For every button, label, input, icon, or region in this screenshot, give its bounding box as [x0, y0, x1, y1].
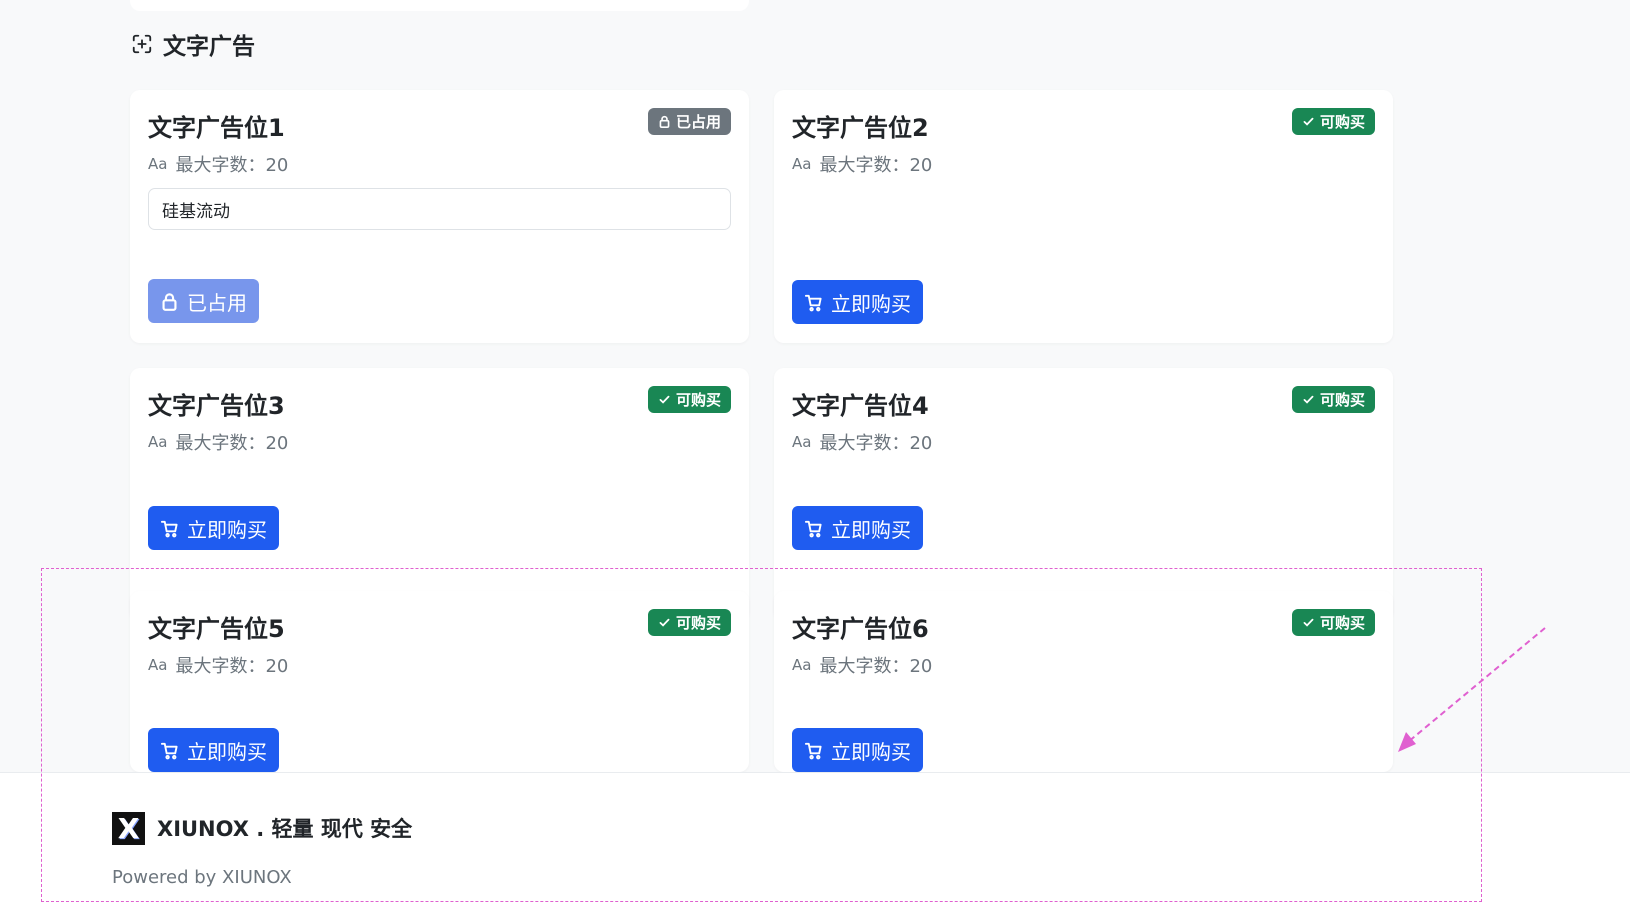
buy-now-button[interactable]: 立即购买 [792, 280, 923, 324]
buy-now-label: 立即购买 [187, 739, 267, 764]
check-icon [659, 395, 670, 404]
buy-now-label: 立即购买 [831, 291, 911, 316]
powered-by-text: Powered by XIUNOX [112, 867, 292, 888]
taken-button[interactable]: 已占用 [148, 279, 259, 323]
section-title: 文字广告 [163, 34, 255, 60]
max-chars-info: Aa 最大字数：20 [148, 430, 288, 454]
buy-now-button[interactable]: 立即购买 [148, 506, 279, 550]
page: 文字广告 文字广告位1 已占用 Aa 最大字数：20 已占用 文字广告位2 可购… [0, 0, 1630, 919]
cart-icon [804, 742, 822, 759]
status-badge-label: 可购买 [1319, 391, 1365, 409]
buy-now-button[interactable]: 立即购买 [148, 728, 279, 772]
status-badge: 可购买 [647, 386, 731, 413]
lock-icon [659, 115, 670, 128]
status-badge: 可购买 [1291, 609, 1375, 636]
max-chars-label: 最大字数：20 [175, 433, 289, 454]
scan-text-icon [132, 34, 152, 54]
annotation-arrow-icon [1398, 627, 1546, 752]
max-chars-label: 最大字数：20 [175, 155, 289, 176]
text-size-icon: Aa [148, 656, 168, 674]
ad-content-field[interactable] [148, 188, 731, 230]
status-badge-label: 可购买 [1319, 113, 1365, 131]
ad-slot-title: 文字广告位4 [792, 392, 929, 420]
status-badge-label: 可购买 [675, 391, 721, 409]
footer: X XIUNOX . 轻量 现代 安全 Powered by XIUNOX [0, 772, 1630, 919]
max-chars-info: Aa 最大字数：20 [792, 430, 932, 454]
status-badge: 已占用 [647, 108, 731, 135]
ad-slot-title: 文字广告位2 [792, 114, 929, 142]
max-chars-label: 最大字数：20 [819, 656, 933, 677]
cart-icon [160, 742, 178, 759]
check-icon [1303, 618, 1314, 627]
max-chars-label: 最大字数：20 [819, 155, 933, 176]
lock-icon [162, 292, 177, 311]
ad-slot-title: 文字广告位5 [148, 615, 285, 643]
max-chars-info: Aa 最大字数：20 [148, 152, 288, 176]
status-badge-label: 已占用 [675, 113, 721, 131]
status-badge: 可购买 [1291, 386, 1375, 413]
ad-slot-card-6: 文字广告位6 可购买 Aa 最大字数：20 立即购买 [774, 591, 1393, 772]
buy-now-label: 立即购买 [831, 739, 911, 764]
ad-slot-card-1: 文字广告位1 已占用 Aa 最大字数：20 已占用 [130, 90, 749, 343]
taken-button-label: 已占用 [187, 290, 247, 315]
section-header: 文字广告 [131, 26, 255, 62]
ad-slot-title: 文字广告位1 [148, 114, 285, 142]
ad-slot-card-2: 文字广告位2 可购买 Aa 最大字数：20 立即购买 [774, 90, 1393, 343]
max-chars-info: Aa 最大字数：20 [792, 152, 932, 176]
text-size-icon: Aa [792, 656, 812, 674]
footer-brand-text: XIUNOX . 轻量 现代 安全 [157, 817, 413, 841]
ad-slot-card-4: 文字广告位4 可购买 Aa 最大字数：20 立即购买 [774, 368, 1393, 621]
cart-icon [804, 520, 822, 537]
max-chars-label: 最大字数：20 [819, 433, 933, 454]
status-badge-label: 可购买 [1319, 614, 1365, 632]
cart-icon [160, 520, 178, 537]
footer-brand: X XIUNOX . 轻量 现代 安全 [112, 811, 412, 845]
status-badge-label: 可购买 [675, 614, 721, 632]
cart-icon [804, 294, 822, 311]
check-icon [659, 618, 670, 627]
max-chars-info: Aa 最大字数：20 [792, 653, 932, 677]
buy-now-label: 立即购买 [831, 517, 911, 542]
ad-slot-card-5: 文字广告位5 可购买 Aa 最大字数：20 立即购买 [130, 591, 749, 772]
text-size-icon: Aa [148, 155, 168, 173]
ad-slot-title: 文字广告位3 [148, 392, 285, 420]
check-icon [1303, 395, 1314, 404]
text-size-icon: Aa [792, 433, 812, 451]
text-size-icon: Aa [792, 155, 812, 173]
xiunox-logo: X [112, 811, 145, 845]
buy-now-label: 立即购买 [187, 517, 267, 542]
status-badge: 可购买 [647, 609, 731, 636]
max-chars-info: Aa 最大字数：20 [148, 653, 288, 677]
check-icon [1303, 117, 1314, 126]
buy-now-button[interactable]: 立即购买 [792, 506, 923, 550]
text-size-icon: Aa [148, 433, 168, 451]
ad-slot-card-3: 文字广告位3 可购买 Aa 最大字数：20 立即购买 [130, 368, 749, 621]
ad-slot-title: 文字广告位6 [792, 615, 929, 643]
previous-section-card [130, 0, 749, 11]
status-badge: 可购买 [1291, 108, 1375, 135]
logo-letter: X [117, 811, 140, 845]
buy-now-button[interactable]: 立即购买 [792, 728, 923, 772]
max-chars-label: 最大字数：20 [175, 656, 289, 677]
